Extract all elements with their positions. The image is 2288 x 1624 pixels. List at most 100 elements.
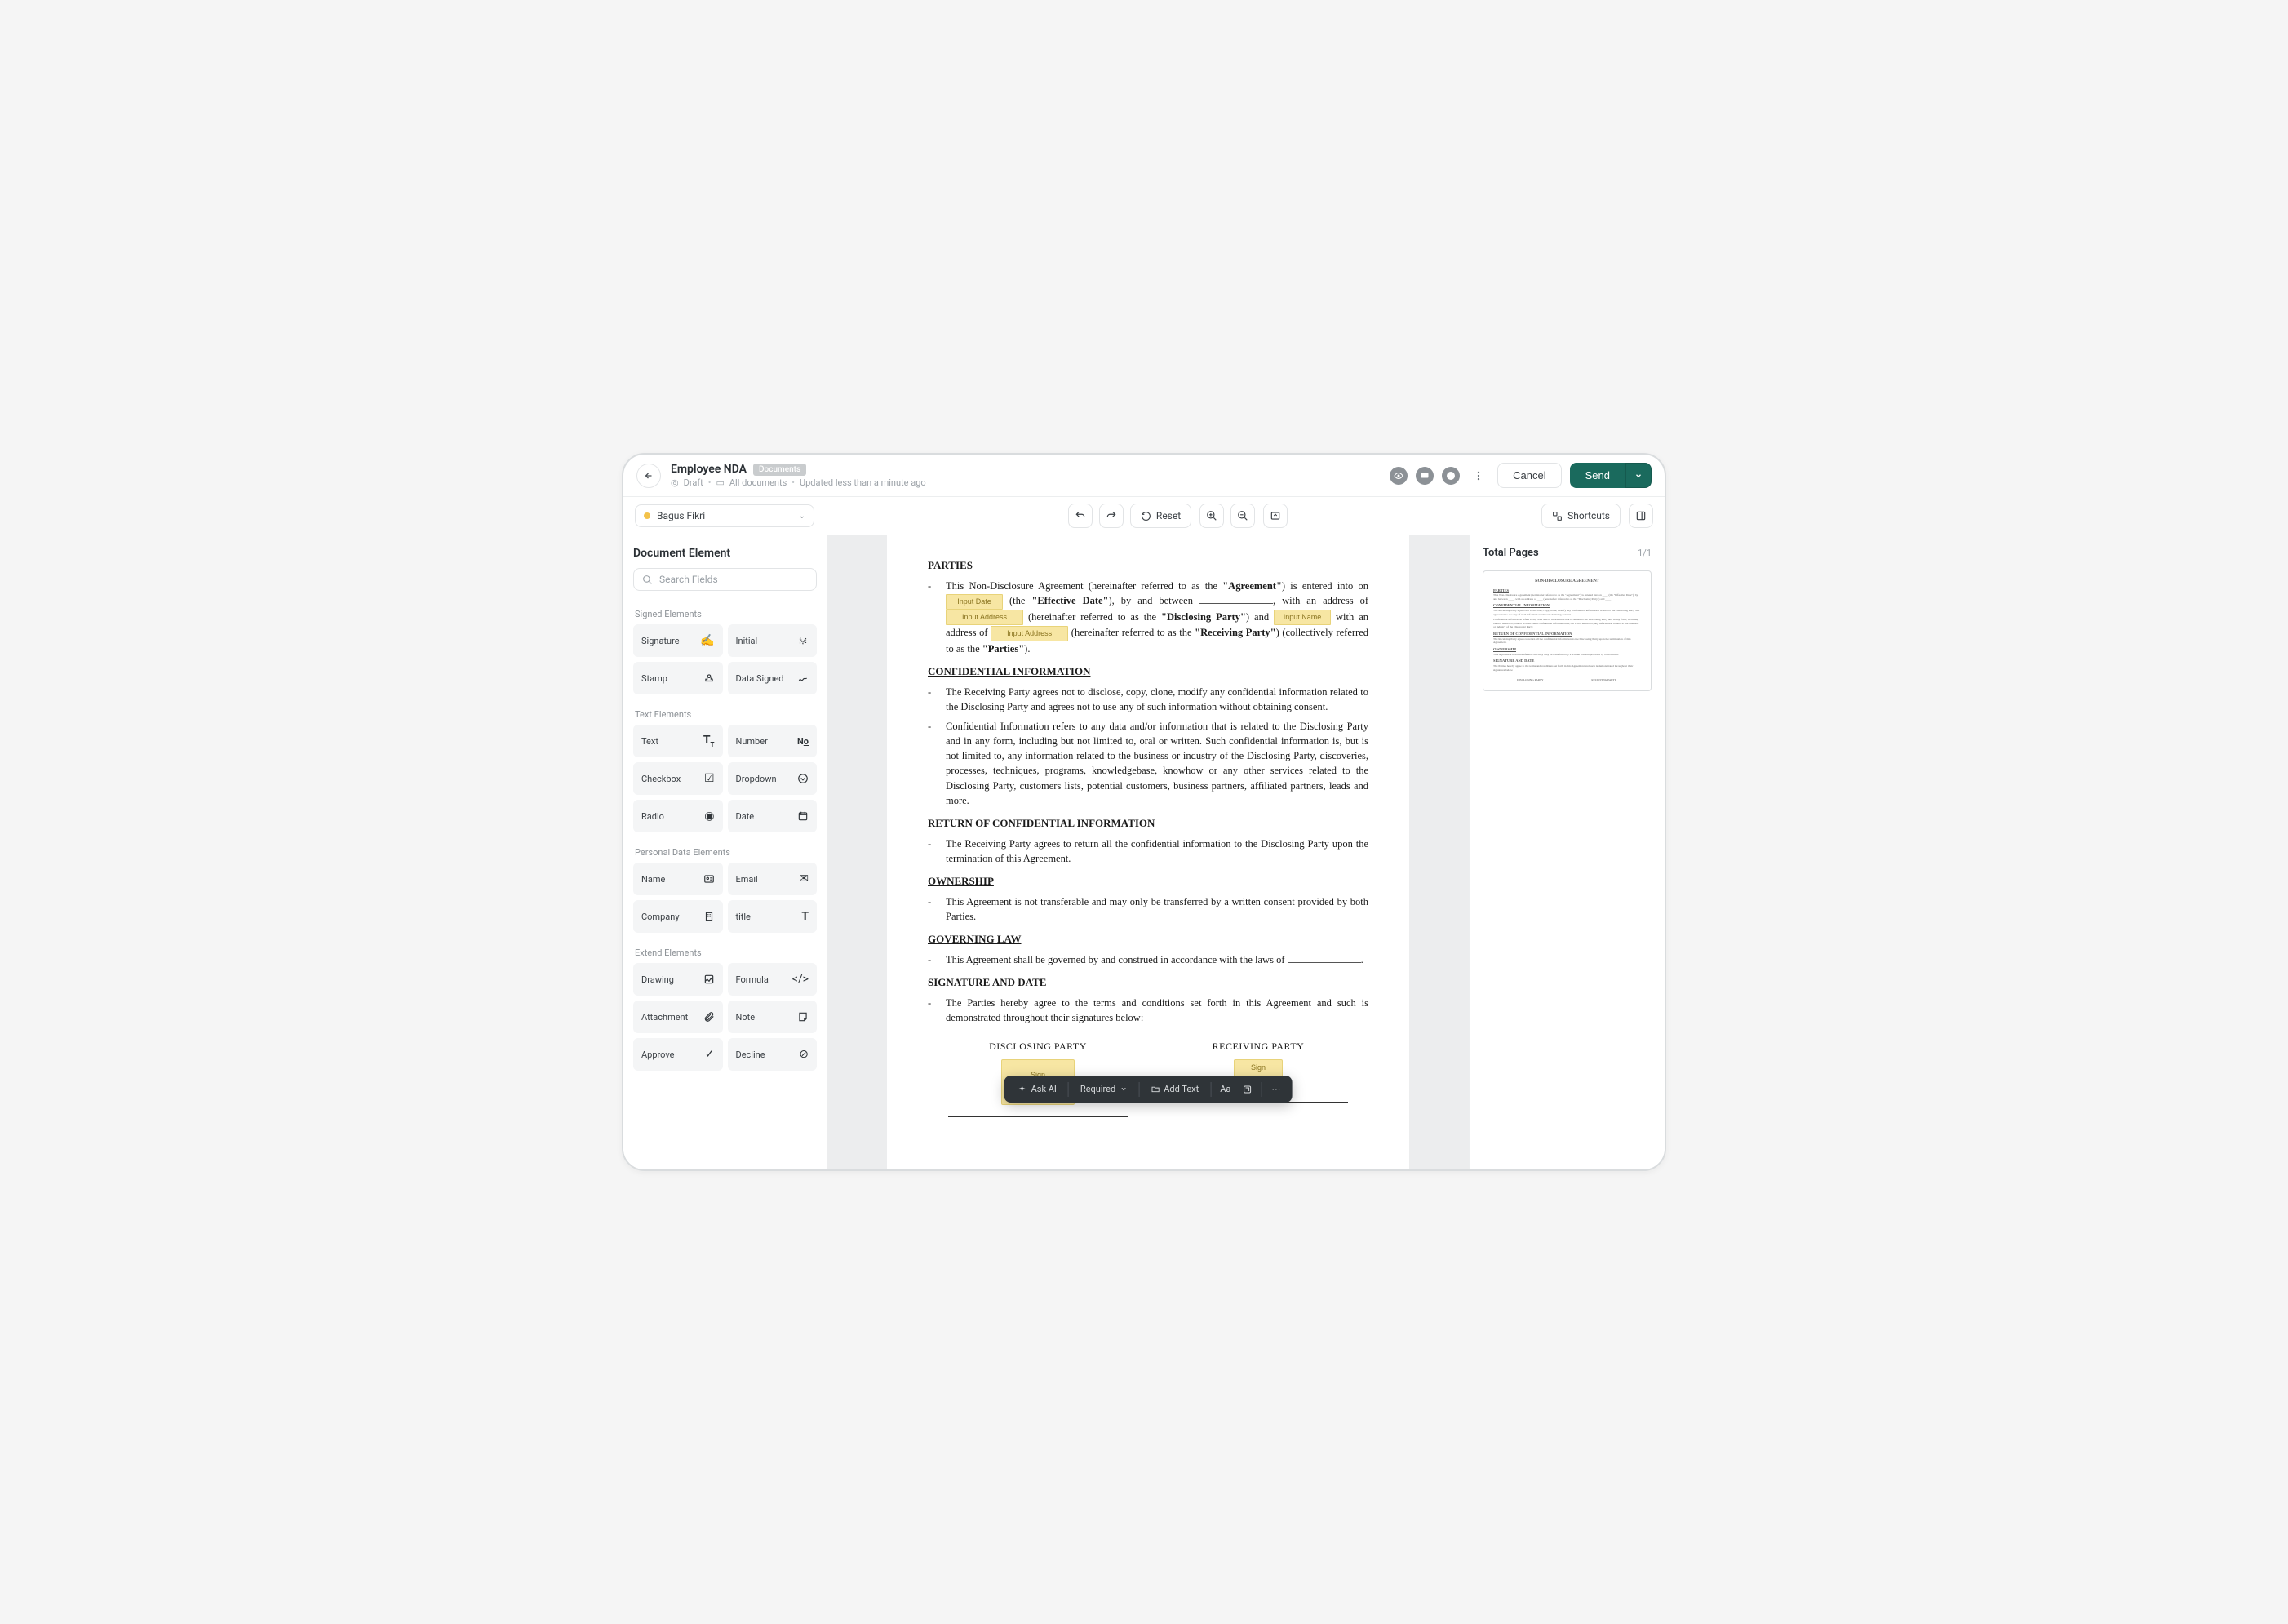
document-page[interactable]: PARTIES - This Non-Disclosure Agreement … (887, 535, 1409, 1169)
blank-law[interactable] (1288, 953, 1361, 963)
redo-button[interactable] (1099, 504, 1124, 528)
toolbar-more-button[interactable]: ⋯ (1266, 1080, 1285, 1098)
visibility-button[interactable] (1390, 467, 1408, 485)
comments-button[interactable] (1416, 467, 1434, 485)
info-icon: i (1446, 471, 1456, 481)
folder-icon (1151, 1085, 1160, 1094)
required-dropdown[interactable]: Required (1074, 1080, 1133, 1098)
field-input-address-2[interactable]: Input Address (991, 626, 1068, 641)
code-icon: </> (792, 973, 809, 986)
recipient-name: Bagus Fikri (657, 510, 705, 521)
ask-ai-button[interactable]: Ask AI (1011, 1080, 1063, 1098)
total-pages-label: Total Pages (1483, 547, 1539, 559)
cancel-button[interactable]: Cancel (1497, 463, 1561, 488)
building-icon (703, 911, 715, 922)
element-text[interactable]: TextTT (633, 725, 723, 757)
mail-icon: ✉ (799, 872, 809, 885)
element-email[interactable]: Email✉ (728, 863, 818, 895)
field-input-date[interactable]: Input Date (946, 594, 1003, 610)
element-drawing[interactable]: Drawing (633, 963, 723, 996)
element-formula[interactable]: Formula</> (728, 963, 818, 996)
svg-text:i: i (1450, 473, 1452, 479)
panel-toggle-button[interactable] (1629, 504, 1653, 528)
element-decline[interactable]: Decline⊘ (728, 1038, 818, 1071)
element-note[interactable]: Note (728, 1001, 818, 1033)
color-button[interactable] (1238, 1081, 1256, 1098)
heading-return: RETURN OF CONFIDENTIAL INFORMATION (928, 816, 1368, 832)
block-icon: ⊘ (799, 1048, 809, 1061)
recipient-status-dot (644, 512, 650, 519)
element-date[interactable]: Date (728, 800, 818, 832)
add-text-button[interactable]: Add Text (1144, 1080, 1205, 1098)
search-input[interactable]: Search Fields (633, 568, 817, 591)
back-button[interactable] (636, 464, 661, 488)
send-options-button[interactable] (1625, 463, 1652, 488)
element-dropdown[interactable]: Dropdown (728, 762, 818, 795)
zoom-out-button[interactable] (1230, 504, 1255, 528)
element-number[interactable]: NumberNo (728, 725, 818, 757)
element-checkbox[interactable]: Checkbox☑ (633, 762, 723, 795)
reset-button[interactable]: Reset (1130, 504, 1191, 528)
sparkle-icon (1018, 1085, 1027, 1094)
element-radio[interactable]: Radio◉ (633, 800, 723, 832)
number-icon: No (797, 734, 809, 748)
document-chip: Documents (753, 464, 806, 476)
header: Employee NDA Documents ◎ Draft • ▭ All d… (623, 455, 1665, 497)
redo-icon (1106, 510, 1117, 521)
field-input-address-1[interactable]: Input Address (946, 610, 1023, 625)
element-approve[interactable]: Approve✓ (633, 1038, 723, 1071)
field-input-name[interactable]: Input Name (1274, 610, 1331, 625)
title-block: Employee NDA Documents ◎ Draft • ▭ All d… (671, 463, 1380, 488)
canvas[interactable]: PARTIES - This Non-Disclosure Agreement … (827, 535, 1469, 1169)
checkbox-icon: ☑ (704, 772, 715, 785)
element-company[interactable]: Company (633, 900, 723, 933)
status-text: Draft (684, 477, 703, 488)
heading-governing: GOVERNING LAW (928, 932, 1368, 947)
panel-icon (1635, 510, 1647, 521)
zoom-in-button[interactable] (1199, 504, 1224, 528)
toolbar-row: Bagus Fikri ⌄ Reset Shor (623, 497, 1665, 535)
recipient-select[interactable]: Bagus Fikri ⌄ (635, 504, 814, 527)
signature-icon: ✍ (700, 634, 714, 647)
section-text: Text Elements (635, 709, 817, 720)
calendar-icon (797, 810, 809, 822)
element-initial[interactable]: Initial (728, 624, 818, 657)
element-name[interactable]: Name (633, 863, 723, 895)
receiving-party-label: RECEIVING PARTY (1168, 1040, 1348, 1054)
element-attachment[interactable]: Attachment (633, 1001, 723, 1033)
undo-button[interactable] (1068, 504, 1093, 528)
section-personal: Personal Data Elements (635, 847, 817, 858)
arrow-left-icon (644, 471, 654, 481)
text-aa-icon: Aa (1220, 1084, 1230, 1094)
blank-name-1[interactable] (1199, 594, 1273, 604)
data-signed-icon (797, 672, 809, 684)
more-button[interactable] (1468, 465, 1489, 486)
element-signature[interactable]: Signature✍ (633, 624, 723, 657)
app-window: Employee NDA Documents ◎ Draft • ▭ All d… (622, 453, 1666, 1171)
left-panel: Document Element Search Fields Signed El… (623, 535, 827, 1169)
panel-title: Document Element (633, 547, 817, 560)
paperclip-icon (703, 1011, 715, 1023)
undo-icon (1075, 510, 1086, 521)
page-count: 1/1 (1638, 548, 1652, 558)
shortcuts-button[interactable]: Shortcuts (1541, 504, 1621, 528)
element-title[interactable]: titleT (728, 900, 818, 933)
palette-icon (1242, 1085, 1252, 1094)
fit-button[interactable] (1263, 504, 1288, 528)
chevron-down-icon (1634, 472, 1643, 480)
fit-screen-icon (1270, 510, 1281, 521)
info-button[interactable]: i (1442, 467, 1460, 485)
page-thumbnail-1[interactable]: NON-DISCLOSURE AGREEMENT PARTIES This No… (1483, 570, 1652, 691)
font-size-button[interactable]: Aa (1216, 1080, 1235, 1098)
section-extend: Extend Elements (635, 947, 817, 958)
send-button[interactable]: Send (1570, 463, 1625, 488)
element-stamp[interactable]: Stamp (633, 662, 723, 694)
main: Document Element Search Fields Signed El… (623, 535, 1665, 1169)
dropdown-icon (797, 773, 809, 784)
text-icon: TT (703, 734, 715, 748)
floating-toolbar: Ask AI Required Add Text Aa ⋯ (1004, 1076, 1293, 1103)
title-icon: T (801, 910, 809, 923)
collection-text: All documents (729, 477, 787, 488)
heading-ownership: OWNERSHIP (928, 874, 1368, 890)
element-data-signed[interactable]: Data Signed (728, 662, 818, 694)
